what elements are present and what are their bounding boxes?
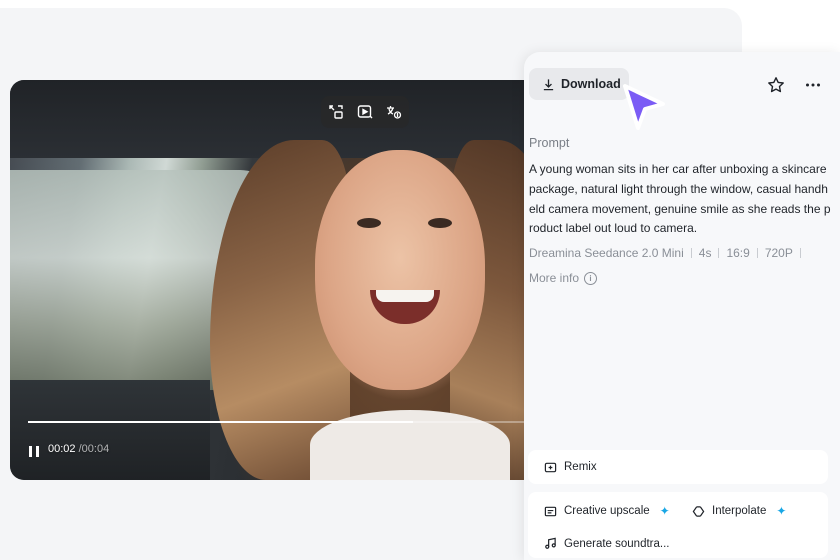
meta-divider xyxy=(756,248,758,258)
video-player[interactable] xyxy=(10,80,550,480)
video-progress-fill xyxy=(28,421,413,423)
upscale-icon xyxy=(544,506,557,516)
remix-label: Remix xyxy=(564,461,597,473)
download-button[interactable]: Download xyxy=(529,68,629,100)
prompt-label: Prompt xyxy=(529,136,570,150)
video-frame-eye-right xyxy=(428,218,452,228)
video-frame-face xyxy=(315,150,485,390)
video-time: 00:02 /00:04 xyxy=(48,443,109,455)
creative-upscale-label: Creative upscale xyxy=(564,505,650,517)
actions-card: Creative upscale ✦ Interpolate ✦ Generat… xyxy=(528,492,828,558)
more-options-icon[interactable] xyxy=(804,76,822,94)
details-panel: Download Prompt A young woman sits in he… xyxy=(524,52,840,560)
video-frame-door xyxy=(10,380,210,480)
current-time: 00:02 xyxy=(48,443,76,455)
cursor-pointer-icon xyxy=(623,84,665,130)
download-label: Download xyxy=(561,77,621,91)
remix-button[interactable]: Remix xyxy=(528,450,828,484)
more-info-link[interactable]: More info i xyxy=(529,271,598,285)
meta-duration: 4s xyxy=(698,246,712,260)
prompt-text: A young woman sits in her car after unbo… xyxy=(529,162,831,236)
video-toolbar xyxy=(321,96,409,128)
music-note-icon xyxy=(545,537,556,549)
interpolate-icon xyxy=(692,505,705,517)
generate-soundtrack-button[interactable]: Generate soundtra... xyxy=(544,537,669,550)
meta-divider xyxy=(718,248,720,258)
more-info-label: More info xyxy=(529,271,580,285)
interpolate-label: Interpolate xyxy=(712,505,767,517)
video-frame-eye-left xyxy=(357,218,381,228)
meta-divider xyxy=(690,248,692,258)
sparkle-icon: ✦ xyxy=(659,504,670,518)
star-icon[interactable] xyxy=(767,76,785,94)
pause-icon[interactable] xyxy=(27,444,41,458)
generation-meta: Dreamina Seedance 2.0 Mini 4s 16:9 720P xyxy=(529,246,808,260)
interpolate-button[interactable]: Interpolate ✦ xyxy=(692,504,786,518)
meta-model: Dreamina Seedance 2.0 Mini xyxy=(529,246,684,260)
meta-aspect-ratio: 16:9 xyxy=(726,246,750,260)
total-time: 00:04 xyxy=(81,443,110,455)
translate-icon[interactable] xyxy=(385,103,403,121)
generate-soundtrack-label: Generate soundtra... xyxy=(564,537,670,550)
meta-resolution: 720P xyxy=(764,246,793,260)
meta-divider xyxy=(799,248,801,258)
video-edit-icon[interactable] xyxy=(356,103,374,121)
video-progress-bar[interactable] xyxy=(28,421,548,423)
creative-upscale-button[interactable]: Creative upscale ✦ xyxy=(544,504,670,518)
info-icon: i xyxy=(584,271,598,285)
sparkle-icon: ✦ xyxy=(776,504,787,518)
download-icon xyxy=(543,78,554,90)
picture-in-picture-icon[interactable] xyxy=(327,103,345,121)
remix-icon xyxy=(544,462,557,472)
